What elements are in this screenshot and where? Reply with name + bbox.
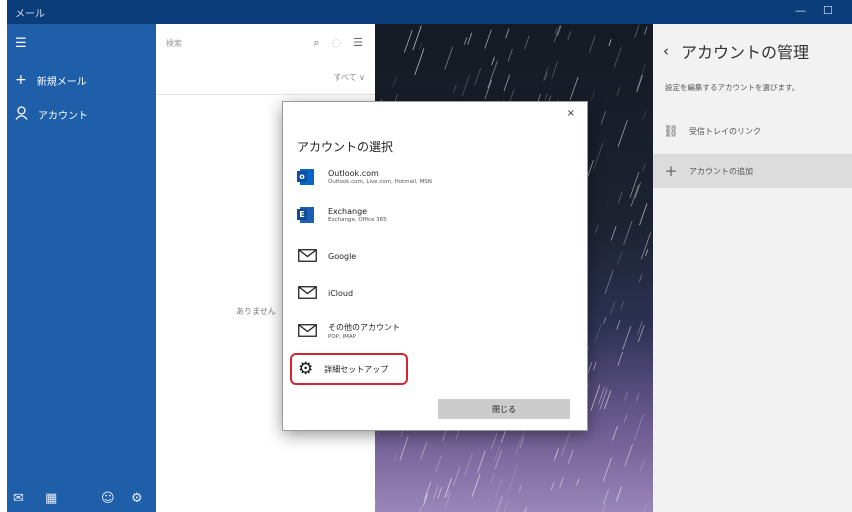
title-bar: メール — ☐ xyxy=(7,0,852,24)
account-name: Google xyxy=(328,251,357,261)
link-icon: ⛓ xyxy=(663,124,679,138)
plus-icon: + xyxy=(664,162,678,180)
filter-dropdown[interactable]: すべて ∨ xyxy=(333,72,365,83)
account-subtitle: POP, IMAP xyxy=(328,334,356,340)
back-chevron-icon[interactable]: ‹ xyxy=(663,42,669,60)
add-account-label: アカウントの追加 xyxy=(689,166,753,176)
mail-icon xyxy=(297,284,317,302)
new-mail-label: 新規メール xyxy=(36,76,87,88)
smiley-icon[interactable]: ☺ xyxy=(101,491,115,506)
account-subtitle: Outlook.com, Live.com, Hotmail, MSN xyxy=(328,179,432,185)
maximize-button[interactable]: ☐ xyxy=(823,4,833,17)
search-icon[interactable]: ⌕ xyxy=(313,36,319,50)
gear-icon: ⚙ xyxy=(298,358,314,379)
account-option-google[interactable]: Google xyxy=(297,247,356,265)
account-subtitle: Exchange, Office 365 xyxy=(328,217,387,223)
close-button[interactable]: 閉じる xyxy=(438,399,570,419)
window-title: メール xyxy=(15,9,45,20)
pane-title: アカウントの管理 xyxy=(681,43,810,62)
account-option-outlook[interactable]: o Outlook.com Outlook.com, Live.com, Hot… xyxy=(297,168,432,186)
pane-description: 設定を編集するアカウントを選びます。 xyxy=(665,83,800,92)
account-name: Outlook.com xyxy=(328,169,379,178)
hamburger-menu-button[interactable]: ☰ xyxy=(15,36,27,51)
advanced-setup-label: 詳細セットアップ xyxy=(324,364,389,374)
account-name: iCloud xyxy=(328,288,354,298)
manage-accounts-pane: ‹ アカウントの管理 設定を編集するアカウントを選びます。 ⛓ 受信トレイのリン… xyxy=(653,24,852,512)
hamburger-icon: ☰ xyxy=(15,36,27,51)
dialog-title: アカウントの選択 xyxy=(297,140,394,154)
plus-icon: + xyxy=(15,72,27,88)
navigation-pane: ☰ + 新規メール アカウント ✉ ▦ ☺ ⚙ xyxy=(7,24,156,512)
search-input[interactable]: 検索 xyxy=(166,38,182,49)
sync-icon[interactable]: ◌ xyxy=(332,36,342,50)
close-icon[interactable]: × xyxy=(567,108,575,119)
person-icon xyxy=(15,106,28,123)
add-account-item[interactable]: + アカウントの追加 xyxy=(653,154,852,188)
account-option-exchange[interactable]: E Exchange Exchange, Office 365 xyxy=(297,206,387,224)
outlook-icon: o xyxy=(297,168,317,186)
list-toolbar: ⌕ ◌ ☰ xyxy=(313,36,363,50)
divider xyxy=(156,94,375,95)
mail-icon xyxy=(297,247,317,265)
link-inboxes-label: 受信トレイのリンク xyxy=(689,126,761,136)
accounts-label: アカウント xyxy=(38,111,88,122)
exchange-icon: E xyxy=(297,206,317,224)
nav-bottom-bar: ✉ ▦ ☺ ⚙ xyxy=(7,486,156,512)
new-mail-button[interactable]: + 新規メール xyxy=(15,72,87,88)
mail-icon[interactable]: ✉ xyxy=(13,491,24,506)
account-option-icloud[interactable]: iCloud xyxy=(297,284,353,302)
account-name: Exchange xyxy=(328,207,368,216)
choose-account-dialog: × アカウントの選択 o Outlook.com Outlook.com, Li… xyxy=(283,102,587,430)
mail-icon xyxy=(297,322,317,340)
gear-icon[interactable]: ⚙ xyxy=(131,491,143,506)
minimize-button[interactable]: — xyxy=(795,4,806,17)
account-option-other[interactable]: その他のアカウント POP, IMAP xyxy=(297,322,400,340)
advanced-setup-option[interactable]: ⚙ 詳細セットアップ xyxy=(290,353,408,385)
empty-list-text: ありません xyxy=(236,307,276,316)
link-inboxes-item[interactable]: ⛓ 受信トレイのリンク xyxy=(653,114,852,148)
accounts-button[interactable]: アカウント xyxy=(15,106,88,123)
calendar-icon[interactable]: ▦ xyxy=(45,491,57,506)
select-mode-icon[interactable]: ☰ xyxy=(353,36,363,50)
account-name: その他のアカウント xyxy=(328,323,400,332)
